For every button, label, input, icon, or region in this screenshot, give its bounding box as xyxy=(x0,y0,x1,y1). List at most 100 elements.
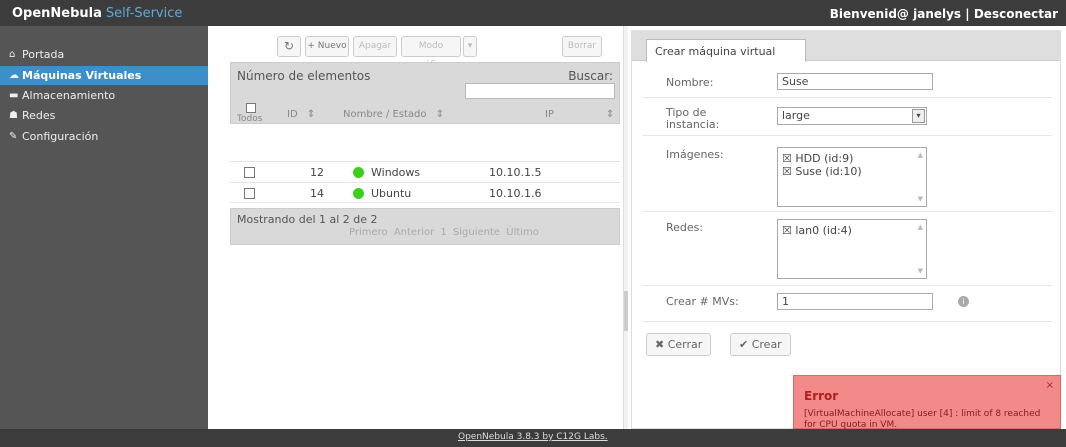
divider xyxy=(642,321,1052,322)
select-all-label: Todos xyxy=(237,114,263,124)
row-checkbox[interactable] xyxy=(244,167,255,178)
image-option-hdd[interactable]: ☒ HDD (id:9) xyxy=(782,152,922,165)
networks-listbox[interactable]: ☒ lan0 (id:4) ▲ ▼ xyxy=(777,219,927,279)
sidebar-item-label: Configuración xyxy=(22,130,99,143)
column-ip[interactable]: IP xyxy=(545,103,565,125)
sidebar-item-label: Máquinas Virtuales xyxy=(22,69,142,82)
brand-logo: OpenNebula Self-Service xyxy=(12,6,182,21)
sidebar-item-configuracion[interactable]: ✎ Configuración xyxy=(0,127,208,146)
row-name: Ubuntu xyxy=(371,187,412,200)
sidebar-item-portada[interactable]: ⌂ Portada xyxy=(0,45,208,64)
column-id-label: ID xyxy=(287,109,298,120)
scroll-down-icon[interactable]: ▼ xyxy=(918,267,923,275)
instance-type-label-line2: instancia: xyxy=(666,118,720,131)
column-name-state[interactable]: Nombre / Estado ⇕ xyxy=(343,103,473,125)
vm-count-field[interactable]: 1 xyxy=(777,293,933,310)
tab-create-vm[interactable]: Crear máquina virtual xyxy=(646,39,806,62)
brand-name: OpenNebula xyxy=(12,6,102,21)
row-id: 12 xyxy=(310,166,324,179)
table-row[interactable]: 14 Ubuntu 10.10.1.6 xyxy=(230,182,620,203)
search-input[interactable] xyxy=(465,83,615,99)
divider xyxy=(642,97,1052,98)
row-checkbox[interactable] xyxy=(244,188,255,199)
home-icon: ⌂ xyxy=(9,49,16,60)
footer-link[interactable]: OpenNebula 3.8.3 by C12G Labs. xyxy=(458,432,608,442)
images-label: Imágenes: xyxy=(666,148,724,161)
scroll-up-icon[interactable]: ▲ xyxy=(918,223,923,231)
cloud-icon: ☁ xyxy=(9,70,19,81)
networks-label: Redes: xyxy=(666,221,704,234)
page-size-label: Número de elementos xyxy=(237,69,371,83)
pagination-links[interactable]: Primero Anterior 1 Siguiente Último xyxy=(349,227,539,238)
pagination-info: Mostrando del 1 al 2 de 2 xyxy=(237,213,378,226)
sidebar: ⌂ Portada ☁ Máquinas Virtuales ▬ Almacen… xyxy=(0,26,208,429)
welcome-text: Bienvenid@ janelys xyxy=(829,7,962,21)
sort-icon: ⇕ xyxy=(306,109,316,120)
row-name: Windows xyxy=(371,166,421,179)
table-header: Número de elementos Buscar: Todos ID ⇕ N… xyxy=(230,62,620,124)
sort-icon: ⇕ xyxy=(435,109,445,120)
scroll-up-icon[interactable]: ▲ xyxy=(918,151,923,159)
vnc-button[interactable]: Modo gráfico xyxy=(401,36,461,70)
network-option-lan0[interactable]: ☒ lan0 (id:4) xyxy=(782,224,922,237)
close-button[interactable]: ✖ Cerrar xyxy=(646,333,712,356)
vm-count-label: Crear # MVs: xyxy=(666,295,739,308)
scroll-down-icon[interactable]: ▼ xyxy=(918,195,923,203)
panel-splitter[interactable] xyxy=(623,26,628,429)
instance-type-label: Tipo de instancia: xyxy=(666,107,719,131)
user-bar: Bienvenid@ janelys | Desconectar xyxy=(830,7,1058,21)
user-bar-separator: | xyxy=(965,7,970,21)
toolbar: ↻ + Nuevo Apagar Modo gráfico ▾ Borrar xyxy=(208,36,623,70)
footer: OpenNebula 3.8.3 by C12G Labs. xyxy=(0,429,1066,447)
row-ip: 10.10.1.5 xyxy=(489,166,542,179)
logout-link[interactable]: Desconectar xyxy=(974,7,1058,21)
sidebar-item-maquinas-virtuales[interactable]: ☁ Máquinas Virtuales xyxy=(0,66,208,85)
brand-subtitle: Self-Service xyxy=(105,6,183,21)
create-vm-dialog: Crear máquina virtual Nombre: Suse Tipo … xyxy=(631,30,1061,429)
sidebar-item-label: Portada xyxy=(22,48,65,61)
chevron-down-icon: ▾ xyxy=(912,109,925,123)
wrench-icon: ✎ xyxy=(9,131,18,142)
name-field[interactable]: Suse xyxy=(777,73,933,90)
table-footer: Mostrando del 1 al 2 de 2 Primero Anteri… xyxy=(230,208,620,245)
chevron-down-icon: ▾ xyxy=(467,41,473,51)
new-button[interactable]: + Nuevo xyxy=(305,36,349,57)
instance-type-select[interactable]: large ▾ xyxy=(777,107,927,125)
row-id: 14 xyxy=(310,187,324,200)
name-label: Nombre: xyxy=(666,76,714,89)
state-running-icon xyxy=(353,167,364,178)
close-icon[interactable]: × xyxy=(1046,380,1054,391)
shutdown-button[interactable]: Apagar xyxy=(353,36,397,57)
splitter-handle[interactable] xyxy=(624,291,628,331)
refresh-button[interactable]: ↻ xyxy=(277,36,301,57)
delete-button[interactable]: Borrar xyxy=(562,36,602,57)
info-icon[interactable]: i xyxy=(958,296,969,307)
sort-icon: ⇕ xyxy=(606,109,615,120)
network-icon: ☗ xyxy=(9,110,18,121)
column-select-all[interactable]: Todos xyxy=(231,103,271,125)
error-title: Error xyxy=(804,389,839,403)
column-ip-label: IP xyxy=(545,109,554,120)
sidebar-item-label: Almacenamiento xyxy=(22,89,116,102)
sidebar-item-almacenamiento[interactable]: ▬ Almacenamiento xyxy=(0,86,208,105)
error-message: [VirtualMachineAllocate] user [4] : limi… xyxy=(804,409,1041,430)
divider xyxy=(642,211,1052,212)
sidebar-item-label: Redes xyxy=(22,109,56,122)
refresh-icon: ↻ xyxy=(283,39,295,53)
divider xyxy=(642,135,1052,136)
folder-icon: ▬ xyxy=(9,90,19,101)
divider xyxy=(642,285,1052,286)
vm-list-panel: ↻ + Nuevo Apagar Modo gráfico ▾ Borrar N… xyxy=(208,26,623,429)
image-option-suse[interactable]: ☒ Suse (id:10) xyxy=(782,165,922,178)
column-ip-sort[interactable]: ⇕ xyxy=(606,103,620,125)
column-id[interactable]: ID ⇕ xyxy=(287,103,337,125)
top-bar: OpenNebula Self-Service Bienvenid@ janely… xyxy=(0,0,1066,26)
more-actions-button[interactable]: ▾ xyxy=(463,36,477,57)
instance-type-value: large xyxy=(782,109,810,122)
table-row[interactable]: 12 Windows 10.10.1.5 xyxy=(230,161,620,182)
sidebar-item-redes[interactable]: ☗ Redes xyxy=(0,106,208,125)
column-name-label: Nombre / Estado xyxy=(343,109,427,120)
select-all-checkbox[interactable] xyxy=(246,103,256,113)
create-button[interactable]: ✔ Crear xyxy=(730,333,791,356)
images-listbox[interactable]: ☒ HDD (id:9) ☒ Suse (id:10) ▲ ▼ xyxy=(777,147,927,207)
